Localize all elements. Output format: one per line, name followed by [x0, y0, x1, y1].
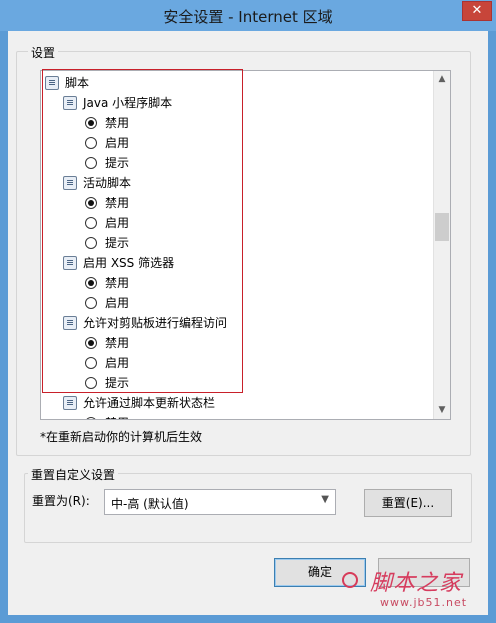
reset-to-label: 重置为(R):	[32, 494, 90, 508]
scroll-down-arrow-icon[interactable]: ▼	[434, 402, 450, 419]
radio-option[interactable]: 提示	[41, 373, 431, 393]
tree-item-label: 启用	[105, 216, 130, 230]
tree-category[interactable]: 脚本	[41, 73, 431, 93]
tree-item-label: 活动脚本	[83, 176, 132, 190]
radio-unchecked-icon[interactable]	[85, 377, 97, 389]
tree-item-label: 禁用	[105, 413, 129, 419]
tree-item-label: Java 小程序脚本	[83, 96, 173, 110]
radio-option[interactable]: 禁用	[41, 333, 431, 353]
tree-item-label: 禁用	[105, 276, 130, 290]
tree-item-label: 启用	[105, 296, 130, 310]
script-settings-icon	[45, 76, 59, 90]
tree-item-label: 启用	[105, 136, 130, 150]
reset-button[interactable]: 重置(E)...	[364, 489, 452, 517]
tree-item-label: 启用	[105, 356, 130, 370]
chevron-down-icon: ▼	[321, 494, 329, 505]
radio-unchecked-icon[interactable]	[85, 157, 97, 169]
radio-unchecked-icon[interactable]	[85, 357, 97, 369]
radio-unchecked-icon[interactable]	[85, 137, 97, 149]
reset-group-label: 重置自定义设置	[28, 466, 119, 483]
tree-item-label: 禁用	[105, 336, 130, 350]
settings-tree: 脚本 Java 小程序脚本 禁用 启用 提示 活动脚本 禁用 启用 提示 启用 XSS 筛选器 禁用…	[41, 71, 433, 419]
window-title: 安全设置 - Internet 区域	[163, 8, 333, 26]
tree-item-label: 脚本	[65, 76, 90, 90]
script-settings-icon	[63, 176, 77, 190]
radio-option[interactable]: 禁用	[41, 113, 431, 133]
tree-item-label: 禁用	[105, 196, 130, 210]
title-bar[interactable]: 安全设置 - Internet 区域 ✕	[0, 0, 496, 31]
script-settings-icon	[63, 256, 77, 270]
radio-checked-icon[interactable]	[85, 117, 97, 129]
radio-checked-icon[interactable]	[85, 337, 97, 349]
tree-item-label: 提示	[105, 376, 130, 390]
tree-item-label: 提示	[105, 236, 130, 250]
script-settings-icon	[63, 396, 77, 410]
vertical-scrollbar[interactable]: ▲ ▼	[433, 71, 450, 419]
tree-setting[interactable]: 允许对剪贴板进行编程访问	[41, 313, 431, 333]
tree-setting[interactable]: 启用 XSS 筛选器	[41, 253, 431, 273]
close-button[interactable]: ✕	[462, 1, 492, 21]
tree-item-label: 启用 XSS 筛选器	[83, 256, 175, 270]
settings-group-label: 设置	[28, 44, 59, 61]
tree-item-label: 允许通过脚本更新状态栏	[83, 396, 216, 410]
watermark-logo-icon	[342, 572, 358, 588]
tree-item-label: 禁用	[105, 116, 130, 130]
radio-checked-icon[interactable]	[85, 417, 97, 419]
reset-level-select[interactable]: 中-高 (默认值) ▼	[104, 489, 336, 515]
radio-checked-icon[interactable]	[85, 197, 97, 209]
radio-unchecked-icon[interactable]	[85, 297, 97, 309]
radio-unchecked-icon[interactable]	[85, 237, 97, 249]
radio-option[interactable]: 禁用	[41, 273, 431, 293]
tree-setting[interactable]: 活动脚本	[41, 173, 431, 193]
site-watermark: 脚本之家 www.jb51.net	[330, 560, 490, 618]
scrollbar-thumb[interactable]	[435, 213, 449, 241]
script-settings-icon	[63, 96, 77, 110]
radio-option[interactable]: 禁用	[41, 413, 431, 419]
radio-option[interactable]: 启用	[41, 293, 431, 313]
radio-option[interactable]: 提示	[41, 233, 431, 253]
scroll-up-arrow-icon[interactable]: ▲	[434, 71, 450, 88]
restart-note: *在重新启动你的计算机后生效	[40, 430, 203, 444]
settings-list[interactable]: 脚本 Java 小程序脚本 禁用 启用 提示 活动脚本 禁用 启用 提示 启用 XSS 筛选器 禁用…	[40, 70, 451, 420]
script-settings-icon	[63, 316, 77, 330]
radio-checked-icon[interactable]	[85, 277, 97, 289]
radio-option[interactable]: 禁用	[41, 193, 431, 213]
tree-item-label: 允许对剪贴板进行编程访问	[83, 316, 228, 330]
watermark-url-text: www.jb51.net	[380, 596, 468, 609]
reset-level-value: 中-高 (默认值)	[111, 497, 189, 511]
tree-setting[interactable]: 允许通过脚本更新状态栏	[41, 393, 431, 413]
tree-item-label: 提示	[105, 156, 130, 170]
radio-option[interactable]: 启用	[41, 133, 431, 153]
radio-unchecked-icon[interactable]	[85, 217, 97, 229]
radio-option[interactable]: 提示	[41, 153, 431, 173]
radio-option[interactable]: 启用	[41, 353, 431, 373]
radio-option[interactable]: 启用	[41, 213, 431, 233]
tree-setting[interactable]: Java 小程序脚本	[41, 93, 431, 113]
watermark-main-text: 脚本之家	[370, 571, 463, 596]
